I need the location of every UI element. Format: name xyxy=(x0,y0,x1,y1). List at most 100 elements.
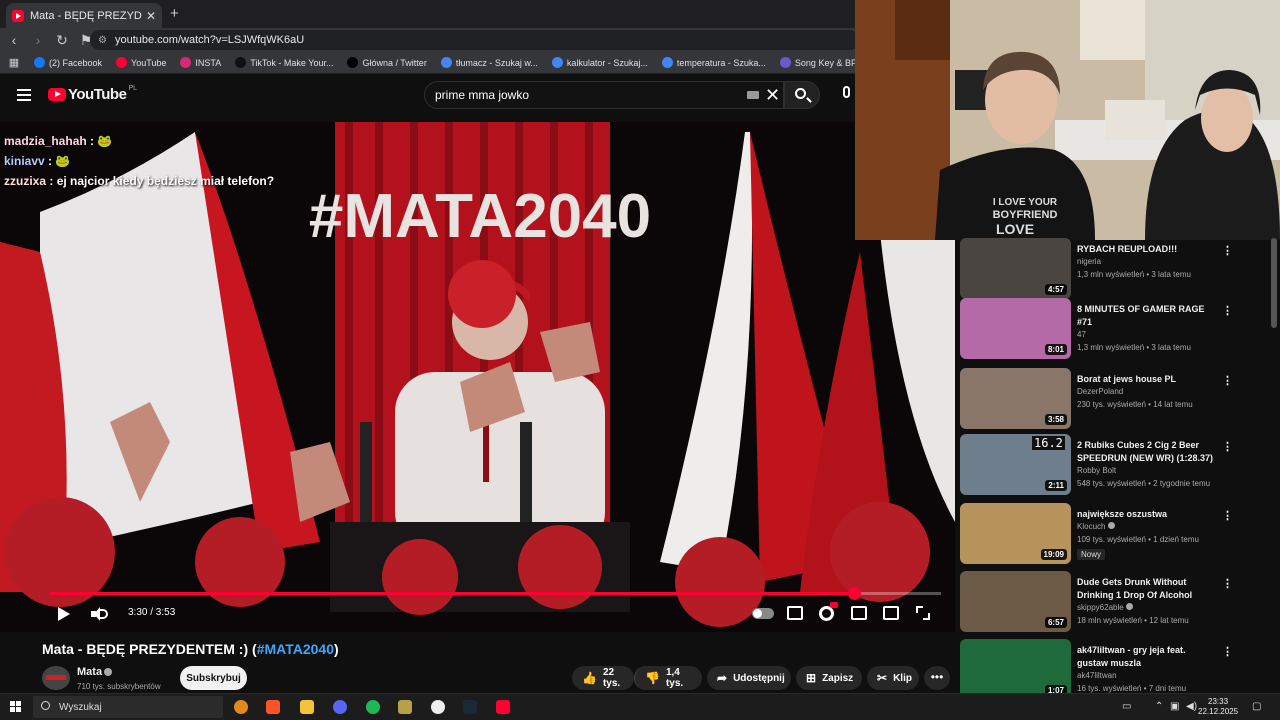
menu-icon[interactable] xyxy=(17,89,31,101)
address-bar[interactable]: ⚙ youtube.com/watch?v=LSJWfqWK6aU xyxy=(90,30,860,50)
recommended-video[interactable]: 8:01 8 MINUTES OF GAMER RAGE #71 47 1,3 mln… xyxy=(960,298,1278,364)
media-player-icon[interactable] xyxy=(398,700,412,714)
discord-icon[interactable] xyxy=(333,700,347,714)
like-button[interactable]: 👍 22 tys. xyxy=(572,666,634,690)
autoplay-toggle[interactable] xyxy=(752,608,774,619)
video-channel[interactable]: 47 xyxy=(1077,330,1086,339)
subscribe-button[interactable]: Subskrybuj xyxy=(180,666,247,690)
video-channel[interactable]: Klocuch xyxy=(1077,522,1115,531)
steam-icon[interactable] xyxy=(463,700,477,714)
more-options-icon[interactable]: ⋮ xyxy=(1222,374,1233,387)
site-info-icon[interactable]: ⚙ xyxy=(98,35,107,46)
keyboard-layout-icon[interactable]: ▭ xyxy=(1122,701,1131,712)
video-thumbnail[interactable]: 19:09 xyxy=(960,503,1071,564)
video-channel[interactable]: nigeria xyxy=(1077,257,1101,266)
bookmark-item[interactable]: YouTube xyxy=(116,57,166,68)
speaker-icon[interactable]: ◀) xyxy=(1186,701,1197,712)
video-title[interactable]: Borat at jews house PL xyxy=(1077,373,1217,386)
video-thumbnail[interactable]: 6:57 xyxy=(960,571,1071,632)
recommended-video[interactable]: 16.2 2:11 2 Rubiks Cubes 2 Cig 2 Beer SPEE… xyxy=(960,434,1278,500)
cast-icon[interactable] xyxy=(883,606,899,620)
bookmark-item[interactable]: Główna / Twitter xyxy=(347,57,427,68)
brave-browser-icon[interactable] xyxy=(266,700,280,714)
more-actions-icon[interactable]: ••• xyxy=(924,666,950,690)
clear-search-icon[interactable]: ✕ xyxy=(765,85,780,106)
recommended-video[interactable]: 3:58 Borat at jews house PL DezerPoland 230… xyxy=(960,368,1278,434)
file-explorer-icon[interactable] xyxy=(300,700,314,714)
search-input[interactable]: prime mma jowko ✕ xyxy=(424,81,784,109)
channel-avatar[interactable] xyxy=(42,666,70,690)
title-hashtag-link[interactable]: #MATA2040 xyxy=(257,641,334,657)
play-icon[interactable] xyxy=(58,607,70,621)
video-channel[interactable]: ak47liltwan xyxy=(1077,671,1117,680)
bookmark-item[interactable]: tłumacz - Szukaj w... xyxy=(440,57,538,68)
more-options-icon[interactable]: ⋮ xyxy=(1222,304,1233,317)
video-channel[interactable]: DezerPoland xyxy=(1077,387,1123,396)
back-icon[interactable]: ‹ xyxy=(4,32,24,48)
more-options-icon[interactable]: ⋮ xyxy=(1222,440,1233,453)
save-button[interactable]: ⊞ Zapisz xyxy=(796,666,862,690)
spotify-icon[interactable] xyxy=(366,700,380,714)
search-button[interactable] xyxy=(784,81,820,109)
bookmark-item[interactable]: TikTok - Make Your... xyxy=(235,57,333,68)
video-thumbnail[interactable]: 1:07 xyxy=(960,639,1071,693)
youtube-app-icon[interactable] xyxy=(496,700,510,714)
more-options-icon[interactable]: ⋮ xyxy=(1222,509,1233,522)
close-tab-icon[interactable]: ✕ xyxy=(146,9,156,23)
windows-start-icon[interactable] xyxy=(10,701,22,713)
clip-button[interactable]: ✂ Klip xyxy=(867,666,919,690)
progress-bar[interactable] xyxy=(50,587,941,600)
recommended-video[interactable]: 6:57 Dude Gets Drunk Without Drinking 1 D… xyxy=(960,571,1278,637)
recommended-video[interactable]: 4:57 RYBACH REUPLOAD!!! nigeria 1,3 mln wyś… xyxy=(960,238,1278,304)
more-options-icon[interactable]: ⋮ xyxy=(1222,645,1233,658)
taskbar-search-input[interactable]: Wyszukaj xyxy=(33,696,223,718)
video-title[interactable]: 2 Rubiks Cubes 2 Cig 2 Beer SPEEDRUN (NE… xyxy=(1077,439,1217,465)
fullscreen-icon[interactable] xyxy=(916,606,930,620)
video-title[interactable]: 8 MINUTES OF GAMER RAGE #71 xyxy=(1077,303,1217,329)
save-icon: ⊞ xyxy=(806,671,817,685)
recommended-video[interactable]: 1:07 ak47liltwan - gry jeja feat. gustaw … xyxy=(960,639,1278,693)
sidebar-scrollbar[interactable] xyxy=(1271,238,1277,328)
dislike-button[interactable]: 👎 1,4 tys. xyxy=(634,666,702,690)
new-tab-icon[interactable]: + xyxy=(170,5,179,22)
keyboard-icon[interactable] xyxy=(747,91,759,99)
recommended-video[interactable]: 19:09 największe oszustwa Klocuch 109 tys.… xyxy=(960,503,1278,569)
bookmark-item[interactable]: kalkulator - Szukaj... xyxy=(551,57,648,68)
browser-tab-active[interactable]: Mata - BĘDĘ PREZYDENTEM :) (#MATA2040) ✕ xyxy=(6,3,162,28)
video-thumbnail[interactable]: 3:58 xyxy=(960,368,1071,429)
youtube-logo[interactable]: YouTube PL xyxy=(48,85,137,103)
bookmark-item[interactable]: temperatura - Szuka... xyxy=(661,57,766,68)
settings-gear-icon[interactable] xyxy=(819,606,834,621)
video-title[interactable]: RYBACH REUPLOAD!!! xyxy=(1077,243,1217,256)
video-thumbnail[interactable]: 16.2 2:11 xyxy=(960,434,1071,495)
tray-chevron-icon[interactable]: ⌃ xyxy=(1155,701,1163,712)
system-clock[interactable]: 23:33 22.12.2025 xyxy=(1198,697,1238,717)
app-icon-orb[interactable] xyxy=(234,700,248,714)
more-options-icon[interactable]: ⋮ xyxy=(1222,244,1233,257)
bookmark-item[interactable]: (2) Facebook xyxy=(34,57,102,68)
share-button[interactable]: ➦ Udostępnij xyxy=(707,666,791,690)
video-title[interactable]: Dude Gets Drunk Without Drinking 1 Drop … xyxy=(1077,576,1217,602)
notifications-icon[interactable]: ▢ xyxy=(1252,701,1261,712)
bookmark-item[interactable]: INSTA xyxy=(180,57,221,68)
video-thumbnail[interactable]: 4:57 xyxy=(960,238,1071,299)
miniplayer-icon[interactable] xyxy=(851,606,867,620)
video-thumbnail[interactable]: 8:01 xyxy=(960,298,1071,359)
verified-icon xyxy=(1107,522,1115,529)
volume-icon[interactable] xyxy=(91,607,108,621)
channel-name[interactable]: Mata xyxy=(77,666,102,678)
obs-icon[interactable] xyxy=(431,700,445,714)
video-player[interactable]: #MATA2040 madzia_hahah : 🐸 kiniavv: 🐸 z… xyxy=(0,122,955,632)
microphone-icon[interactable] xyxy=(838,84,856,108)
video-channel[interactable]: skippy62able xyxy=(1077,603,1133,612)
forward-icon[interactable]: › xyxy=(28,32,48,48)
apps-grid-icon[interactable]: ▦ xyxy=(4,56,24,69)
subtitles-icon[interactable] xyxy=(787,606,803,620)
reload-icon[interactable]: ↻ xyxy=(52,32,72,49)
video-title[interactable]: największe oszustwa xyxy=(1077,508,1217,521)
video-channel[interactable]: Robby Bolt xyxy=(1077,466,1116,475)
video-title[interactable]: ak47liltwan - gry jeja feat. gustaw musz… xyxy=(1077,644,1217,670)
scrubber-handle[interactable] xyxy=(847,587,861,600)
more-options-icon[interactable]: ⋮ xyxy=(1222,577,1233,590)
network-icon[interactable]: ▣ xyxy=(1170,701,1179,712)
